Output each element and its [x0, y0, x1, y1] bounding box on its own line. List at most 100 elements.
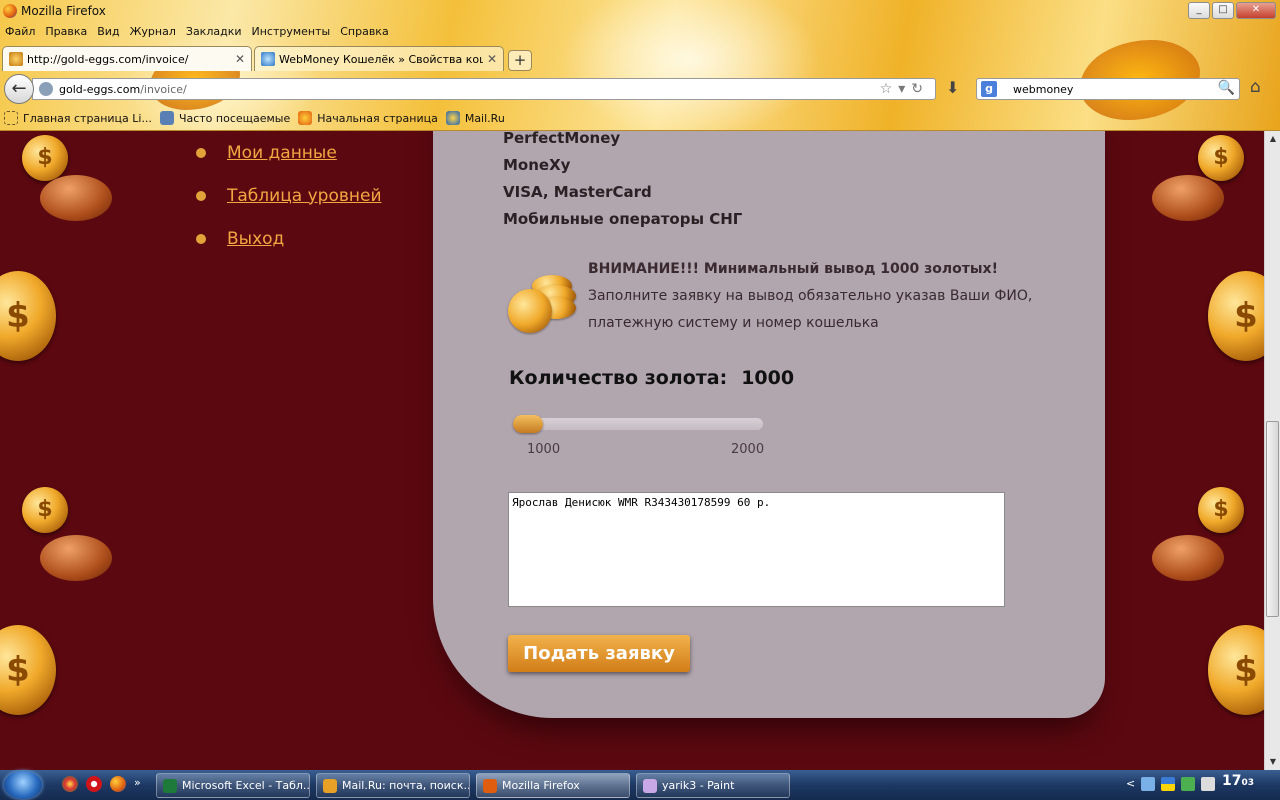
tab-strip: http://gold-eggs.com/invoice/ ✕ WebMoney…: [0, 45, 532, 71]
tab-gold-eggs[interactable]: http://gold-eggs.com/invoice/ ✕: [2, 46, 252, 71]
folder-icon: [159, 111, 174, 125]
coin-decoration: [0, 625, 56, 715]
bookmark-item[interactable]: Начальная страница: [298, 111, 438, 125]
payment-item: MoneXy: [503, 156, 571, 174]
paint-icon: [643, 778, 657, 793]
tab-webmoney[interactable]: WebMoney Кошелёк » Свойства кошел... ✕: [254, 46, 504, 71]
submit-request-button[interactable]: Подать заявку: [508, 635, 690, 672]
gold-quantity: Количество золота: 1000: [509, 367, 794, 389]
battery-icon[interactable]: [1141, 777, 1156, 791]
window-title: Mozilla Firefox: [21, 4, 106, 18]
new-tab-button[interactable]: +: [508, 50, 532, 71]
notice-warning: ВНИМАНИЕ!!! Минимальный вывод 1000 золот…: [588, 261, 998, 277]
system-tray: <: [1126, 777, 1216, 791]
minimize-button[interactable]: _: [1188, 2, 1210, 19]
coin-decoration: [22, 135, 68, 181]
slider-min-label: 1000: [527, 442, 561, 457]
vertical-scrollbar[interactable]: ▲ ▼: [1264, 131, 1280, 770]
tab-close-icon[interactable]: ✕: [487, 52, 497, 66]
notice-text: ВНИМАНИЕ!!! Минимальный вывод 1000 золот…: [588, 256, 1068, 337]
menu-edit[interactable]: Правка: [45, 25, 87, 43]
volume-icon[interactable]: [1201, 777, 1216, 791]
maximize-button[interactable]: □: [1212, 2, 1234, 19]
url-domain: gold-eggs.com: [59, 82, 141, 96]
taskbar-window-excel[interactable]: Microsoft Excel - Табл...: [156, 773, 310, 798]
scroll-down-icon[interactable]: ▼: [1265, 754, 1280, 770]
home-icon[interactable]: ⌂: [1250, 77, 1261, 97]
globe-icon: [39, 82, 53, 96]
opera-icon[interactable]: [86, 776, 102, 792]
menu-bookmarks[interactable]: Закладки: [186, 25, 242, 43]
firefox-icon[interactable]: [110, 776, 126, 792]
taskbar-window-paint[interactable]: yarik3 - Paint: [636, 773, 790, 798]
web-page: Мои данные Таблица уровней Выход Perfect…: [0, 131, 1264, 770]
menu-history[interactable]: Журнал: [130, 25, 176, 43]
chrome-icon: [323, 778, 337, 793]
language-icon[interactable]: [1161, 777, 1176, 791]
coin-decoration: [1198, 135, 1244, 181]
gold-amount-slider[interactable]: [513, 415, 763, 433]
coin-decoration: [22, 487, 68, 533]
scroll-up-icon[interactable]: ▲: [1265, 131, 1280, 147]
gold-eggs-favicon-icon: [9, 52, 23, 66]
bullet-icon: [196, 190, 206, 201]
start-button[interactable]: [4, 771, 42, 799]
firefox-icon: [483, 778, 497, 793]
clock[interactable]: 1703: [1222, 773, 1254, 789]
tray-expand-icon[interactable]: <: [1126, 777, 1135, 791]
search-icon[interactable]: 🔍: [1218, 80, 1235, 96]
firefox-icon: [3, 4, 17, 18]
browser-chrome: Mozilla Firefox _ □ ✕ Файл Правка Вид Жу…: [0, 0, 1280, 131]
menu-view[interactable]: Вид: [97, 25, 119, 43]
menu-tools[interactable]: Инструменты: [252, 25, 331, 43]
url-bar[interactable]: gold-eggs.com/invoice/ ☆▾↻: [32, 78, 936, 100]
quantity-value: 1000: [741, 367, 795, 389]
title-bar: Mozilla Firefox _ □ ✕: [0, 0, 1280, 22]
url-path: /invoice/: [140, 82, 187, 96]
tab-close-icon[interactable]: ✕: [235, 52, 245, 66]
sidebar-item-my-data[interactable]: Мои данные: [196, 131, 382, 174]
sidebar-item-levels[interactable]: Таблица уровней: [196, 174, 382, 217]
close-window-button[interactable]: ✕: [1236, 2, 1276, 19]
bookmark-item[interactable]: Часто посещаемые: [159, 111, 290, 125]
taskbar-window-mailru[interactable]: Mail.Ru: почта, поиск...: [316, 773, 470, 798]
url-bar-icons[interactable]: ☆▾↻: [880, 81, 929, 97]
search-value: webmoney: [1013, 82, 1074, 96]
request-textarea[interactable]: [508, 492, 1005, 607]
chrome-icon[interactable]: [62, 776, 78, 792]
menu-help[interactable]: Справка: [340, 25, 388, 43]
download-icon[interactable]: ⬇: [946, 78, 959, 97]
screen: Mozilla Firefox _ □ ✕ Файл Правка Вид Жу…: [0, 0, 1280, 800]
webmoney-favicon-icon: [261, 52, 275, 66]
slider-handle[interactable]: [513, 415, 543, 433]
excel-icon: [163, 778, 177, 793]
notice-body: Заполните заявку на вывод обязательно ук…: [588, 288, 1033, 331]
sidebar-item-logout[interactable]: Выход: [196, 217, 382, 260]
network-icon[interactable]: [1181, 777, 1196, 791]
quicklaunch-more-icon[interactable]: »: [134, 776, 141, 792]
taskbar: » Microsoft Excel - Табл... Mail.Ru: поч…: [0, 770, 1280, 800]
search-box[interactable]: g webmoney 🔍: [976, 78, 1240, 100]
menu-file[interactable]: Файл: [5, 25, 35, 43]
bookmarks-bar: Главная страница Li... Часто посещаемые …: [0, 108, 505, 128]
bookmark-item[interactable]: Главная страница Li...: [4, 111, 152, 125]
payment-item: PerfectMoney: [503, 131, 621, 147]
back-button[interactable]: ←: [4, 74, 34, 104]
quick-launch: »: [62, 776, 141, 792]
coin-decoration: [1198, 487, 1244, 533]
bookmark-item[interactable]: Mail.Ru: [445, 111, 505, 125]
scrollbar-thumb[interactable]: [1266, 421, 1279, 617]
window-controls: _ □ ✕: [1188, 2, 1276, 19]
sidebar-menu: Мои данные Таблица уровней Выход: [196, 131, 382, 260]
google-icon[interactable]: g: [981, 81, 997, 97]
bullet-icon: [196, 147, 206, 158]
firefox-icon: [298, 111, 313, 125]
taskbar-window-firefox[interactable]: Mozilla Firefox: [476, 773, 630, 798]
payment-systems-list: PerfectMoney MoneXy VISA, MasterCard Моб…: [503, 131, 742, 233]
coins-stack-icon: [506, 271, 578, 333]
bullet-icon: [196, 233, 206, 244]
navigation-bar: gold-eggs.com/invoice/ ☆▾↻ ← ⬇ g webmone…: [0, 72, 1280, 104]
coin-decoration: [1208, 271, 1264, 361]
page-icon: [4, 111, 18, 125]
payment-item: VISA, MasterCard: [503, 183, 652, 201]
